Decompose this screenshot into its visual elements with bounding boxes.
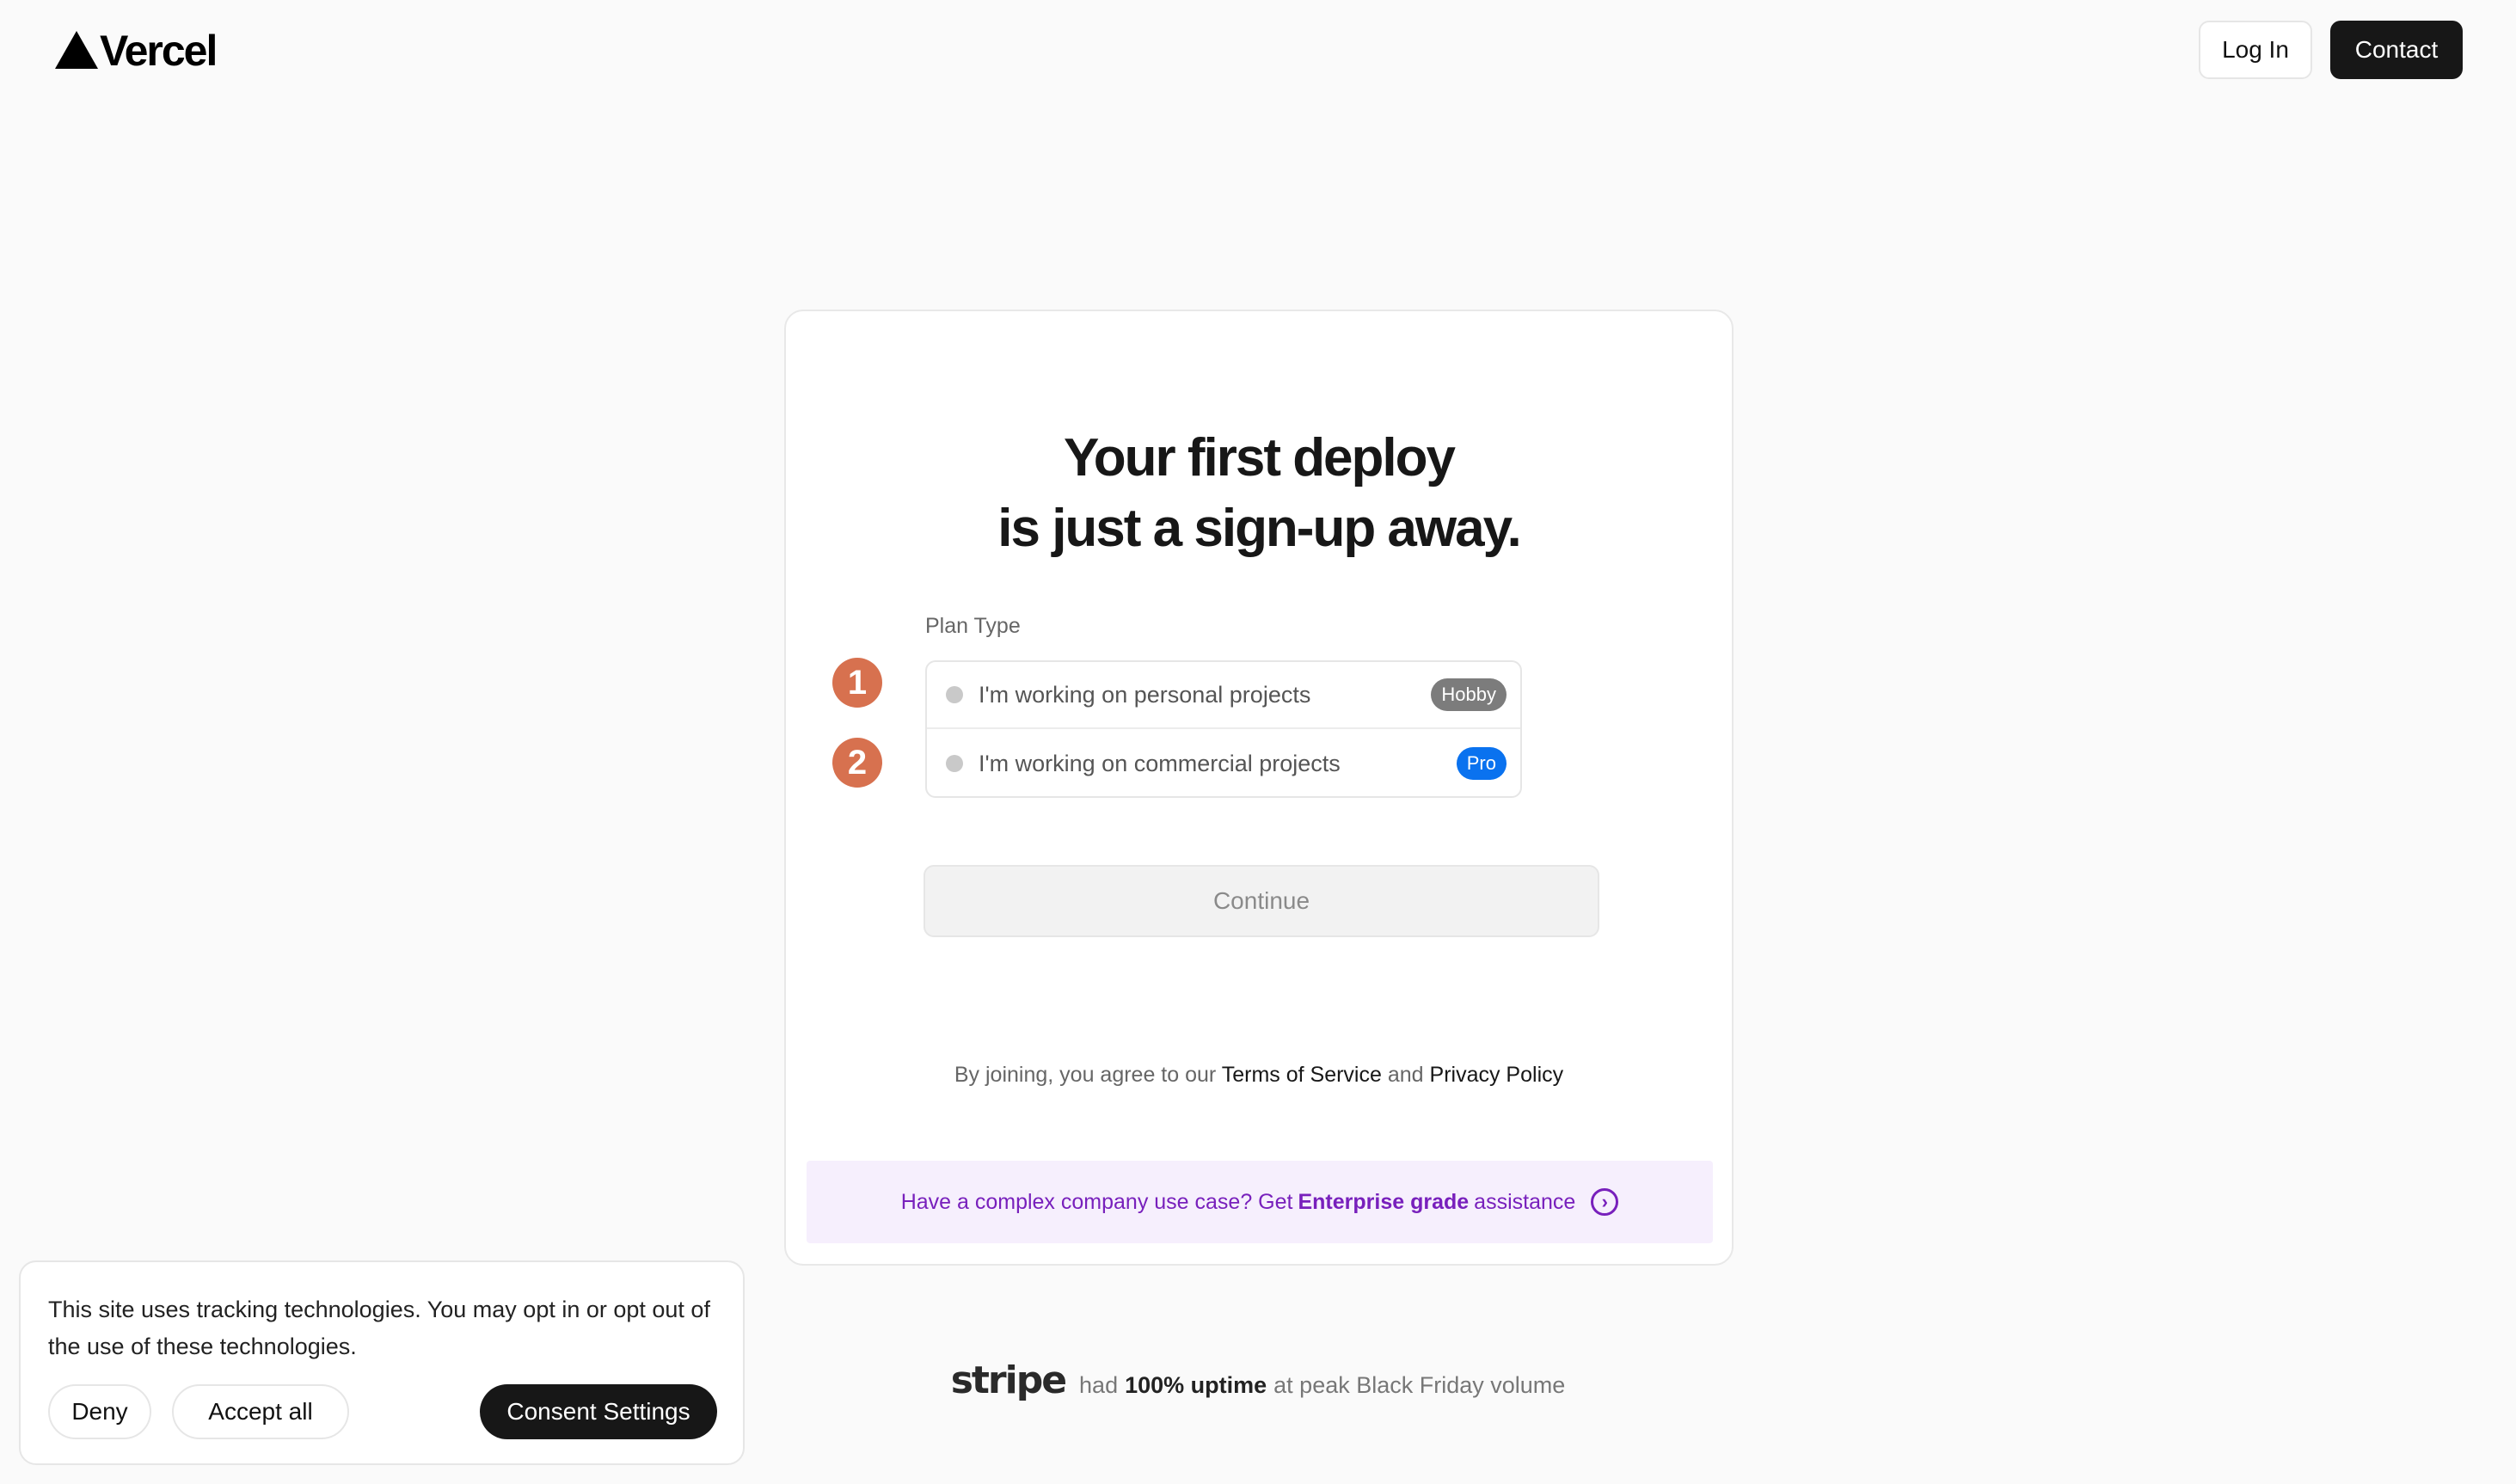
signup-card: Your first deploy is just a sign-up away… [784, 310, 1734, 1266]
radio-commercial[interactable] [946, 755, 963, 772]
headline-line-1: Your first deploy [1063, 428, 1456, 488]
plan-option-commercial[interactable]: I'm working on commercial projects Pro [927, 730, 1520, 797]
headline-line-2: is just a sign-up away. [997, 499, 1521, 558]
plan-options: I'm working on personal projects Hobby I… [925, 660, 1522, 798]
privacy-link[interactable]: Privacy Policy [1430, 1063, 1564, 1087]
social-proof-had: had [1079, 1372, 1119, 1398]
radio-personal[interactable] [946, 686, 963, 703]
legal-prefix: By joining, you agree to our [954, 1063, 1217, 1087]
login-button[interactable]: Log In [2199, 21, 2312, 79]
plan-option-personal[interactable]: I'm working on personal projects Hobby [927, 662, 1520, 729]
chevron-right-circle-icon[interactable]: › [1591, 1188, 1619, 1216]
step-marker-2: 2 [832, 738, 882, 788]
plan-option-commercial-label: I'm working on commercial projects [979, 750, 1341, 776]
page-title: Your first deploy is just a sign-up away… [786, 423, 1732, 564]
enterprise-prefix: Have a complex company use case? Get [900, 1189, 1293, 1214]
legal-and: and [1387, 1063, 1424, 1087]
step-marker-1: 1 [832, 658, 882, 708]
pro-badge: Pro [1456, 747, 1507, 780]
plan-type-label: Plan Type [925, 614, 1021, 638]
social-proof-rest: at peak Black Friday volume [1273, 1372, 1566, 1398]
enterprise-banner[interactable]: Have a complex company use case? Get Ent… [807, 1161, 1713, 1243]
deny-button[interactable]: Deny [48, 1384, 151, 1439]
cookie-banner: This site uses tracking technologies. Yo… [19, 1260, 745, 1465]
continue-button[interactable]: Continue [924, 865, 1599, 937]
legal-text: By joining, you agree to our Terms of Se… [786, 1063, 1732, 1088]
enterprise-suffix: assistance [1474, 1189, 1576, 1214]
terms-link[interactable]: Terms of Service [1222, 1063, 1382, 1087]
vercel-logo[interactable]: Vercel [55, 26, 218, 76]
vercel-triangle-icon [55, 31, 98, 69]
consent-settings-button[interactable]: Consent Settings [480, 1384, 717, 1439]
enterprise-bold: Enterprise grade [1298, 1189, 1470, 1214]
accept-all-button[interactable]: Accept all [172, 1384, 349, 1439]
top-nav: Vercel Log In Contact [0, 0, 2516, 101]
social-proof-bold: 100% uptime [1125, 1372, 1267, 1398]
cookie-message: This site uses tracking technologies. Yo… [48, 1297, 710, 1359]
hobby-badge: Hobby [1431, 678, 1507, 711]
contact-button[interactable]: Contact [2330, 21, 2463, 79]
logo-text: Vercel [100, 27, 218, 75]
stripe-logo: stripe [950, 1358, 1067, 1402]
plan-option-personal-label: I'm working on personal projects [979, 681, 1311, 708]
